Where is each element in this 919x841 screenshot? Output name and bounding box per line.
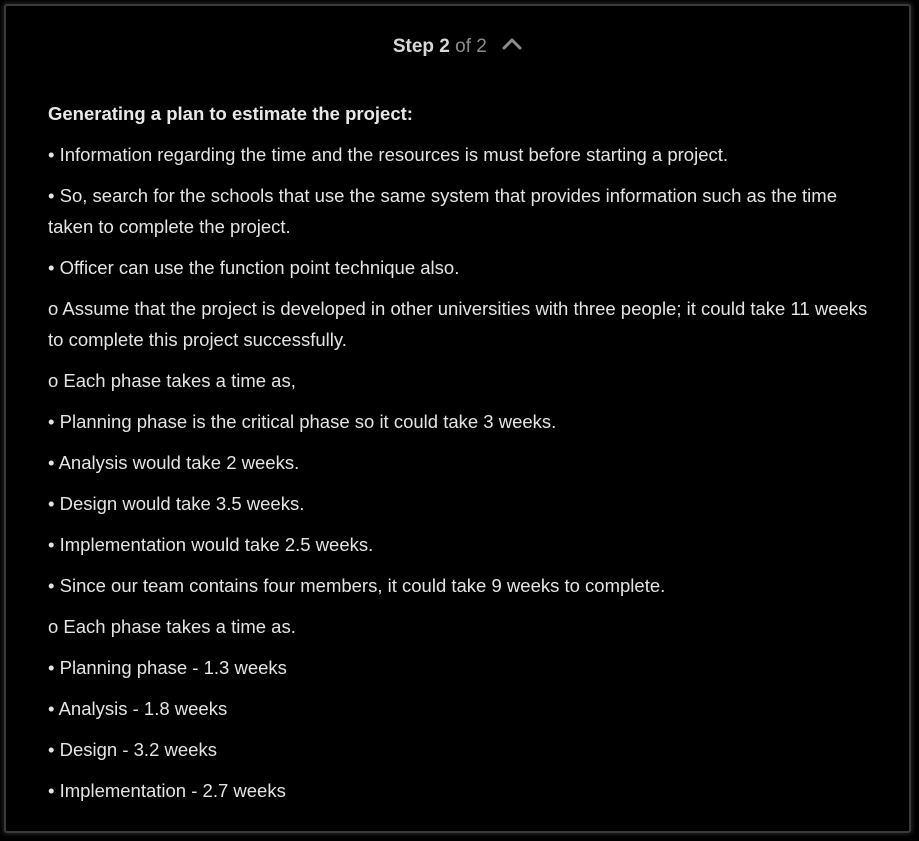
chevron-up-icon[interactable] <box>502 30 522 60</box>
content-line-1: • Information regarding the time and the… <box>48 144 729 165</box>
content-line-2: • So, search for the schools that use th… <box>48 185 837 237</box>
content-line-14: • Design - 3.2 weeks <box>48 739 217 760</box>
content-line-11: o Each phase takes a time as. <box>48 616 296 637</box>
step-total: of 2 <box>455 36 487 57</box>
content-line-15: • Implementation - 2.7 weeks <box>48 780 286 801</box>
content-line-3: • Officer can use the function point tec… <box>48 257 460 278</box>
step-toggle-header[interactable]: Step 2 of 2 <box>6 32 909 62</box>
content-line-12: • Planning phase - 1.3 weeks <box>48 657 287 678</box>
content-line-10: • Since our team contains four members, … <box>48 575 666 596</box>
section-heading: Generating a plan to estimate the projec… <box>48 103 413 124</box>
content-line-8: • Design would take 3.5 weeks. <box>48 493 305 514</box>
content-line-7: • Analysis would take 2 weeks. <box>48 452 300 473</box>
content-line-5: o Each phase takes a time as, <box>48 370 296 391</box>
content-line-13: • Analysis - 1.8 weeks <box>48 698 228 719</box>
step-label: Step 2 <box>392 36 450 57</box>
content-line-6: • Planning phase is the critical phase s… <box>48 411 557 432</box>
solution-step-panel: Step 2 of 2 Generating a plan to estimat… <box>4 4 911 833</box>
content-line-9: • Implementation would take 2.5 weeks. <box>48 534 374 555</box>
step-content: Generating a plan to estimate the projec… <box>48 98 885 816</box>
content-line-4: o Assume that the project is developed i… <box>48 298 868 350</box>
